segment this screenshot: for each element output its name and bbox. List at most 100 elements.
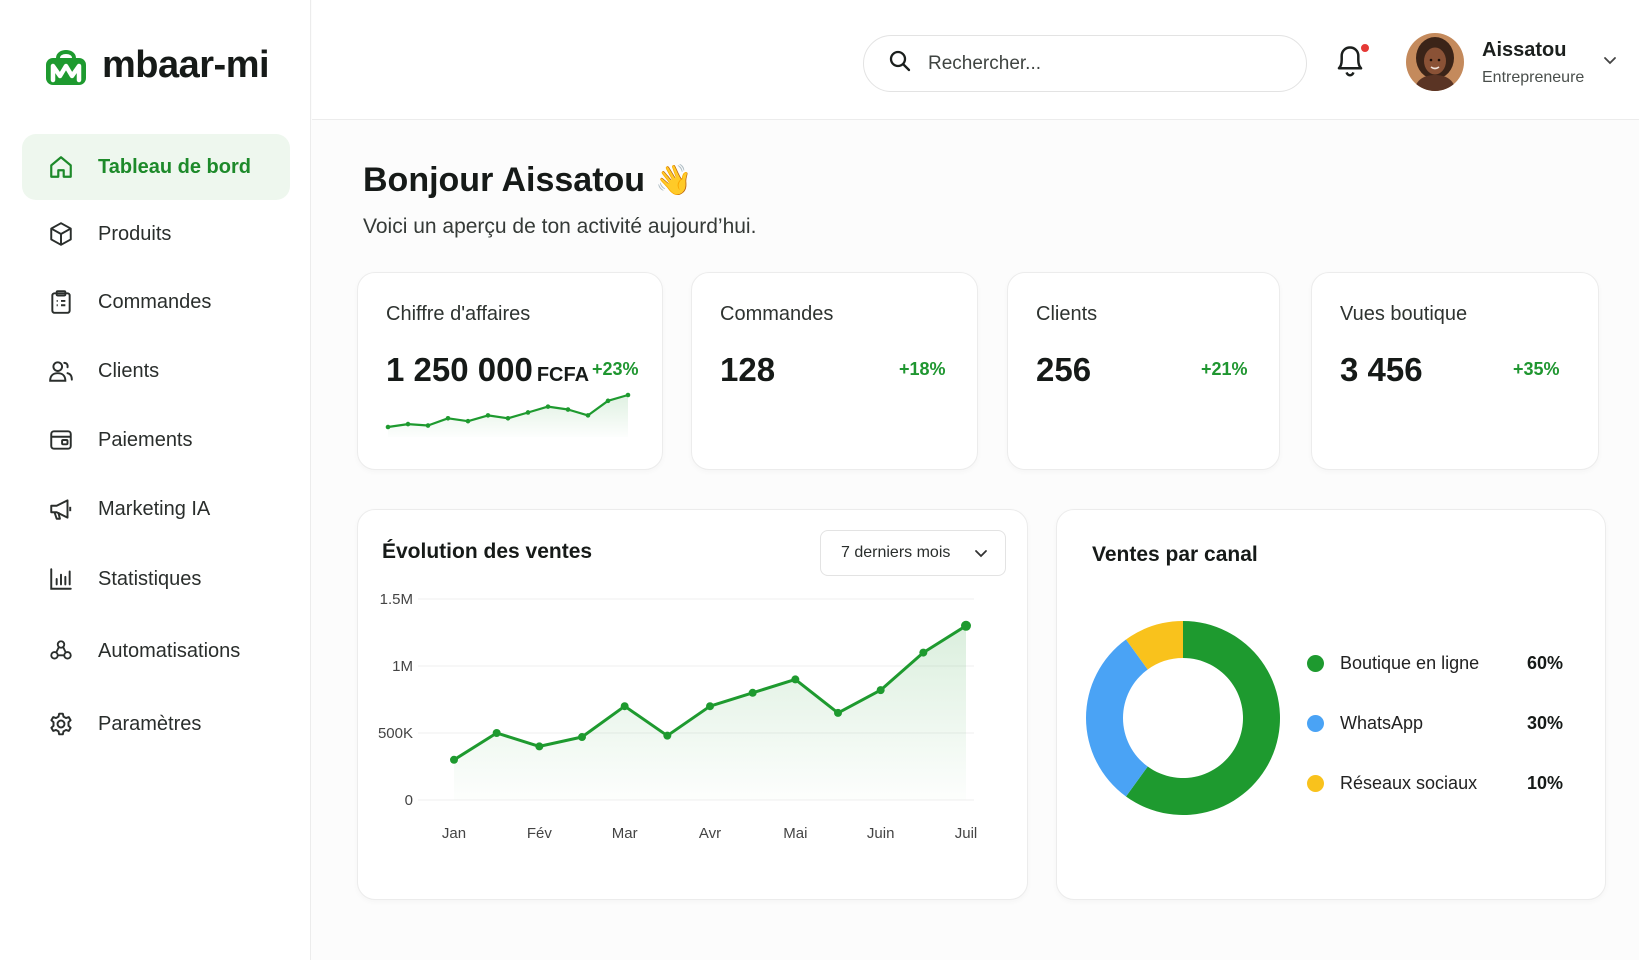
sidebar-item-label: Commandes [98, 290, 212, 313]
sidebar-item-tableau-de-bord[interactable]: Tableau de bord [22, 134, 290, 200]
search-input[interactable] [928, 52, 1268, 75]
sidebar-item-paiements[interactable]: Paiements [22, 407, 290, 473]
page-subtitle: Voici un aperçu de ton activité aujourd’… [363, 215, 757, 238]
kpi-label: Chiffre d'affaires [386, 303, 531, 325]
legend-value: 60% [1526, 652, 1563, 673]
notification-badge [1359, 42, 1371, 54]
x-tick-label: Mai [783, 825, 807, 842]
legend-label: WhatsApp [1340, 712, 1424, 733]
kpi-delta: +35% [1513, 359, 1560, 379]
sidebar-item-produits[interactable]: Produits [22, 201, 290, 267]
shopping-bag-logo-icon [46, 49, 86, 85]
x-tick-label: Fév [527, 825, 553, 842]
sparkline-point [485, 413, 491, 418]
data-point [620, 702, 629, 711]
legend-label: Réseaux sociaux [1340, 772, 1478, 793]
kpi-delta: +23% [592, 359, 639, 379]
kpi-label: Commandes [720, 303, 834, 325]
legend-value: 10% [1526, 772, 1563, 793]
user-portrait [1406, 33, 1464, 91]
topbar: Aissatou Entrepreneure [312, 0, 1639, 120]
legend-dot-yellow [1307, 774, 1324, 792]
kpi-value: 1 250 000 FCFA [386, 351, 589, 389]
sidebar-item-statistiques[interactable]: Statistiques [22, 546, 290, 612]
sidebar-item-label: Statistiques [98, 567, 202, 590]
avatar[interactable] [1406, 33, 1464, 91]
panel-title: Ventes par canal [1092, 543, 1258, 566]
brand-name: mbaar-mi [102, 44, 270, 86]
sparkline-point [505, 415, 511, 421]
gear-icon [46, 709, 76, 739]
data-point [834, 708, 842, 717]
y-tick-label: 1.5M [380, 591, 413, 608]
sparkline-point [525, 410, 531, 415]
kpi-card-revenue[interactable]: Chiffre d'affaires 1 250 000 FCFA +23% [357, 272, 663, 470]
sidebar-item-automatisations[interactable]: Automatisations [22, 618, 290, 684]
x-tick-label: Jan [442, 825, 466, 842]
sidebar-item-label: Paiements [98, 428, 193, 451]
search-bar[interactable] [863, 35, 1307, 92]
sidebar-item-parametres[interactable]: Paramètres [22, 691, 290, 757]
data-point [706, 702, 714, 711]
sidebar-item-commandes[interactable]: Commandes [22, 269, 290, 335]
automation-icon [46, 636, 76, 666]
kpi-value: 256 [1036, 351, 1092, 388]
sparkline-point [605, 398, 611, 404]
bar-chart-icon [46, 564, 76, 594]
sparkline-point [625, 392, 631, 398]
y-tick-label: 500K [378, 725, 413, 742]
kpi-label: Vues boutique [1340, 303, 1468, 325]
data-point [535, 742, 544, 751]
legend-item: Réseaux sociaux 10% [1307, 771, 1563, 795]
data-point [876, 686, 885, 695]
kpi-delta: +21% [1201, 359, 1248, 379]
sidebar-item-label: Tableau de bord [98, 155, 251, 178]
chevron-down-icon[interactable] [1602, 52, 1618, 73]
megaphone-icon [46, 494, 76, 524]
kpi-card-store-views[interactable]: Vues boutique 3 456 +35% [1311, 272, 1599, 470]
kpi-number: 1 250 000 [386, 351, 533, 388]
x-tick-label: Mar [612, 825, 638, 842]
legend-dot-blue [1307, 714, 1324, 732]
brand-logo[interactable]: mbaar-mi [44, 44, 270, 87]
sparkline-point [445, 415, 451, 421]
period-select[interactable]: 7 derniers mois [820, 530, 1006, 576]
notifications-button[interactable] [1333, 42, 1373, 82]
user-name[interactable]: Aissatou [1482, 39, 1566, 62]
sidebar-item-label: Marketing IA [98, 497, 211, 520]
sparkline-point [465, 418, 471, 424]
sales-area [454, 625, 966, 800]
sales-evolution-panel: Évolution des ventes 7 derniers mois 1.5… [357, 509, 1028, 900]
data-point [919, 648, 928, 657]
kpi-delta: +18% [899, 359, 946, 379]
kpi-card-orders[interactable]: Commandes 128 +18% [691, 272, 978, 470]
y-tick-label: 1M [392, 658, 413, 675]
data-point [492, 729, 501, 737]
sparkline-point [565, 407, 571, 412]
search-icon [888, 49, 912, 78]
kpi-value: 128 [720, 351, 776, 388]
legend-item: WhatsApp 30% [1307, 711, 1563, 735]
sparkline-point [385, 424, 391, 430]
kpi-unit: FCFA [536, 364, 590, 386]
kpi-value: 3 456 [1340, 351, 1423, 388]
sparkline-point [405, 421, 411, 427]
sidebar-item-label: Produits [98, 222, 172, 245]
revenue-sparkline [385, 392, 631, 437]
period-select-value: 7 derniers mois [841, 544, 951, 561]
panel-title: Évolution des ventes [382, 540, 593, 563]
sidebar-item-marketing-ia[interactable]: Marketing IA [22, 476, 290, 542]
kpi-card-clients[interactable]: Clients 256 +21% [1007, 272, 1280, 470]
sidebar-item-label: Automatisations [98, 639, 241, 662]
donut-slice [1086, 639, 1148, 797]
data-point [450, 755, 458, 764]
sidebar-item-clients[interactable]: Clients [22, 338, 290, 404]
kpi-label: Clients [1036, 303, 1098, 325]
data-point [578, 733, 586, 742]
page-title: Bonjour Aissatou 👋 [363, 161, 692, 200]
box-icon [46, 219, 76, 249]
users-icon [46, 356, 76, 386]
clipboard-icon [46, 287, 76, 317]
data-point [961, 620, 971, 631]
sidebar-item-label: Clients [98, 359, 160, 382]
